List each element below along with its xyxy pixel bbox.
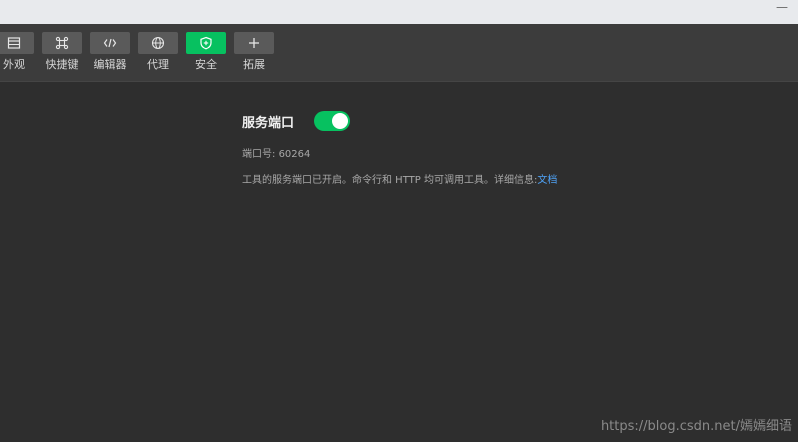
tab-extensions-label: 拓展 [243, 58, 265, 71]
tab-extensions[interactable]: 拓展 [234, 32, 274, 72]
tab-shortcuts[interactable]: 快捷键 [42, 32, 82, 72]
service-port-toggle[interactable] [314, 111, 351, 131]
security-button[interactable] [186, 32, 226, 54]
tab-editor[interactable]: 编辑器 [90, 32, 130, 72]
editor-button[interactable] [90, 32, 130, 54]
proxy-button[interactable] [138, 32, 178, 54]
tab-security[interactable]: 安全 [186, 32, 226, 72]
tab-editor-label: 编辑器 [93, 58, 127, 71]
extensions-button[interactable] [234, 32, 274, 54]
minimize-button[interactable]: — [776, 1, 788, 16]
security-settings-panel: 服务端口 端口号: 60264 工具的服务端口已开启。命令行和 HTTP 均可调… [242, 110, 557, 186]
shortcuts-button[interactable] [42, 32, 82, 54]
tab-shortcuts-label: 快捷键 [45, 58, 79, 71]
title-bar: — [0, 0, 798, 24]
port-value: 60264 [278, 149, 311, 160]
shield-icon [200, 36, 212, 50]
globe-icon [151, 36, 165, 50]
command-key-icon [55, 36, 69, 50]
tab-security-label: 安全 [195, 58, 217, 71]
settings-toolbar: 外观 快捷键 编辑器 代理 安全 拓展 [0, 24, 798, 82]
plus-icon [249, 38, 259, 48]
tab-proxy-label: 代理 [147, 58, 169, 71]
tab-proxy[interactable]: 代理 [138, 32, 178, 72]
port-number-line: 端口号: 60264 [242, 145, 557, 160]
toggle-knob [332, 113, 349, 129]
tab-appearance[interactable]: 外观 [0, 32, 34, 72]
tab-appearance-label: 外观 [3, 58, 25, 71]
service-port-row: 服务端口 [242, 110, 557, 132]
code-icon [103, 38, 117, 48]
description-text: 工具的服务端口已开启。命令行和 HTTP 均可调用工具。详细信息: [242, 175, 538, 186]
appearance-button[interactable] [0, 32, 34, 54]
watermark: https://blog.csdn.net/嫣嫣细语 [600, 419, 792, 434]
service-port-title: 服务端口 [242, 115, 295, 131]
port-label: 端口号: [242, 149, 276, 160]
service-port-description: 工具的服务端口已开启。命令行和 HTTP 均可调用工具。详细信息:文档 [242, 171, 557, 186]
documentation-link[interactable]: 文档 [537, 175, 557, 186]
window-icon [7, 37, 21, 49]
